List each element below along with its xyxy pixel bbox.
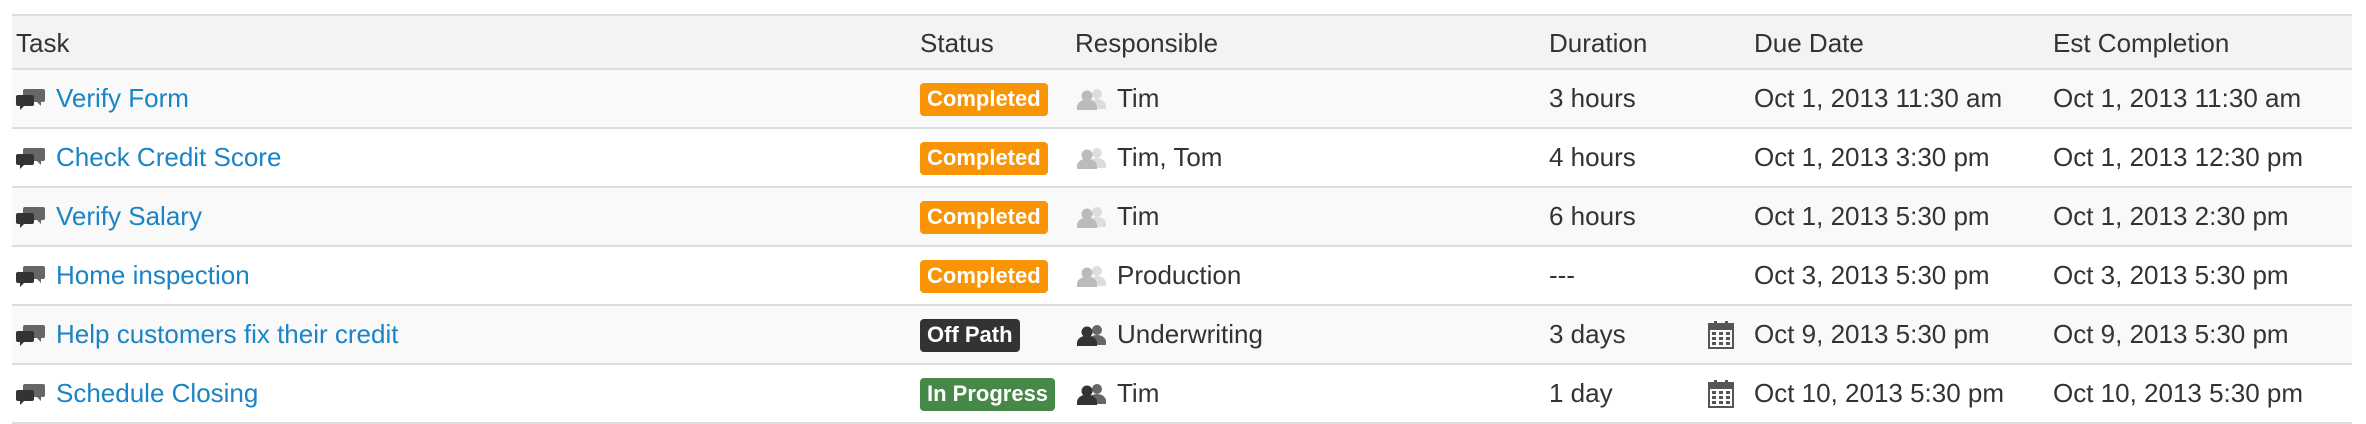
due-date-cell: Oct 1, 2013 3:30 pm — [1754, 128, 2053, 187]
column-header-est-completion[interactable]: Est Completion — [2053, 15, 2352, 69]
duration-cell: 3 hours — [1549, 83, 1636, 113]
calendar-icon[interactable] — [1708, 320, 1734, 349]
comments-icon[interactable] — [16, 264, 46, 288]
task-cell: Check Credit Score — [12, 128, 920, 187]
status-badge: Completed — [920, 259, 1048, 293]
due-date-text: Oct 1, 2013 3:30 pm — [1754, 142, 1990, 172]
people-icon-light — [1077, 206, 1106, 228]
status-cell: Completed — [920, 69, 1075, 128]
due-date-text: Oct 1, 2013 11:30 am — [1754, 83, 2003, 113]
task-cell: Verify Salary — [12, 187, 920, 246]
due-date-text: Oct 1, 2013 5:30 pm — [1754, 201, 1990, 231]
due-date-text: Oct 3, 2013 5:30 pm — [1754, 260, 1990, 290]
comments-icon[interactable] — [16, 323, 46, 347]
responsible-name: Underwriting — [1117, 319, 1263, 349]
table-row: Verify Form Completed Tim 3 hours Oct 1,… — [12, 69, 2352, 128]
people-icon-dark — [1077, 324, 1106, 346]
task-link[interactable]: Help customers fix their credit — [56, 319, 398, 350]
task-link[interactable]: Home inspection — [56, 260, 250, 291]
task-table-container: Task Status Responsible Duration Due Dat… — [12, 14, 2352, 424]
people-icon-dark — [1077, 383, 1106, 405]
est-completion-cell: Oct 3, 2013 5:30 pm — [2053, 260, 2289, 290]
table-row: Check Credit Score Completed Tim, Tom 4 … — [12, 128, 2352, 187]
task-link[interactable]: Check Credit Score — [56, 142, 281, 173]
people-icon-light — [1077, 88, 1106, 110]
table-row: Help customers fix their credit Off Path… — [12, 305, 2352, 364]
responsible-cell: Tim — [1075, 69, 1549, 128]
due-date-cell: Oct 10, 2013 5:30 pm — [1708, 364, 2053, 423]
status-badge: Completed — [920, 200, 1048, 234]
calendar-icon[interactable] — [1708, 379, 1734, 408]
table-row: Home inspection Completed Production ---… — [12, 246, 2352, 305]
responsible-cell: Tim — [1075, 364, 1549, 423]
status-badge: Off Path — [920, 318, 1020, 352]
column-header-status[interactable]: Status — [920, 15, 1075, 69]
responsible-name: Tim — [1117, 201, 1160, 231]
est-completion-cell: Oct 1, 2013 2:30 pm — [2053, 201, 2289, 231]
people-icon-light — [1077, 265, 1106, 287]
table-header-row: Task Status Responsible Duration Due Dat… — [12, 15, 2352, 69]
est-completion-cell: Oct 9, 2013 5:30 pm — [2053, 319, 2289, 349]
responsible-cell: Underwriting — [1075, 305, 1549, 364]
task-link[interactable]: Verify Form — [56, 83, 189, 114]
responsible-name: Tim — [1117, 378, 1160, 408]
column-header-task[interactable]: Task — [12, 15, 920, 69]
comments-icon[interactable] — [16, 205, 46, 229]
duration-cell: 6 hours — [1549, 201, 1636, 231]
responsible-name: Tim, Tom — [1117, 142, 1223, 172]
responsible-cell: Tim, Tom — [1075, 128, 1549, 187]
responsible-cell: Production — [1075, 246, 1549, 305]
due-date-text: Oct 9, 2013 5:30 pm — [1754, 319, 1990, 349]
task-cell: Home inspection — [12, 246, 920, 305]
table-body: Verify Form Completed Tim 3 hours Oct 1,… — [12, 69, 2352, 423]
est-completion-cell: Oct 10, 2013 5:30 pm — [2053, 378, 2304, 408]
due-date-cell: Oct 1, 2013 11:30 am — [1754, 69, 2053, 128]
responsible-cell: Tim — [1075, 187, 1549, 246]
table-row: Schedule Closing In Progress Tim 1 day O… — [12, 364, 2352, 423]
column-header-due-date[interactable]: Due Date — [1754, 15, 2053, 69]
due-date-cell: Oct 9, 2013 5:30 pm — [1708, 305, 2053, 364]
comments-icon[interactable] — [16, 146, 46, 170]
due-date-cell: Oct 3, 2013 5:30 pm — [1754, 246, 2053, 305]
duration-cell: --- — [1549, 260, 1575, 290]
status-cell: In Progress — [920, 364, 1075, 423]
responsible-name: Production — [1117, 260, 1242, 290]
comments-icon[interactable] — [16, 87, 46, 111]
status-cell: Completed — [920, 128, 1075, 187]
est-completion-cell: Oct 1, 2013 12:30 pm — [2053, 142, 2304, 172]
task-cell: Schedule Closing — [12, 364, 920, 423]
status-cell: Completed — [920, 187, 1075, 246]
task-link[interactable]: Schedule Closing — [56, 378, 258, 409]
est-completion-cell: Oct 1, 2013 11:30 am — [2053, 83, 2302, 113]
task-cell: Verify Form — [12, 69, 920, 128]
due-date-cell: Oct 1, 2013 5:30 pm — [1754, 187, 2053, 246]
responsible-name: Tim — [1117, 83, 1160, 113]
status-badge: Completed — [920, 82, 1048, 116]
task-table: Task Status Responsible Duration Due Dat… — [12, 14, 2352, 424]
status-badge: In Progress — [920, 377, 1056, 411]
task-link[interactable]: Verify Salary — [56, 201, 202, 232]
column-header-responsible[interactable]: Responsible — [1075, 15, 1549, 69]
comments-icon[interactable] — [16, 382, 46, 406]
table-row: Verify Salary Completed Tim 6 hours Oct … — [12, 187, 2352, 246]
due-date-text: Oct 10, 2013 5:30 pm — [1754, 378, 2005, 408]
column-header-duration[interactable]: Duration — [1549, 15, 1754, 69]
task-cell: Help customers fix their credit — [12, 305, 920, 364]
status-cell: Completed — [920, 246, 1075, 305]
duration-cell: 4 hours — [1549, 142, 1636, 172]
status-cell: Off Path — [920, 305, 1075, 364]
status-badge: Completed — [920, 141, 1048, 175]
people-icon-light — [1077, 147, 1106, 169]
